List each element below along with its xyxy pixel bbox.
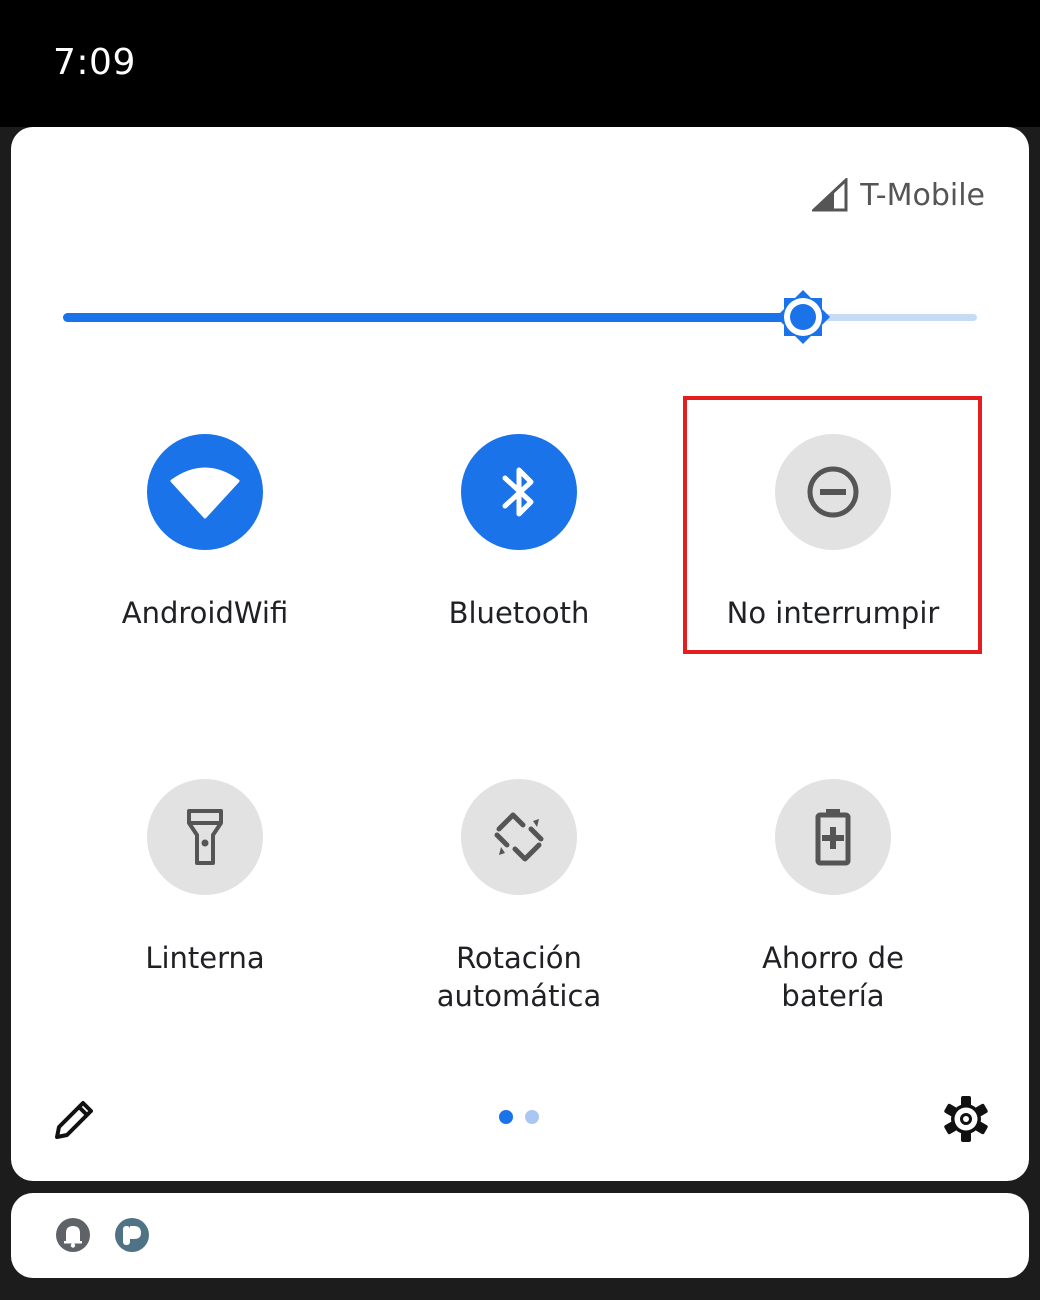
page-dot-2[interactable]: [525, 1110, 539, 1124]
tile-label: Bluetooth: [448, 596, 590, 630]
brightness-fill: [63, 313, 804, 322]
status-bar: 7:09: [0, 0, 1040, 127]
cell-signal-icon: [812, 178, 848, 212]
tile-wifi[interactable]: AndroidWifi: [80, 434, 330, 632]
tile-battery-saver[interactable]: Ahorro de batería: [708, 779, 958, 1015]
carrier-name: T-Mobile: [860, 177, 985, 213]
bluetooth-icon: [502, 467, 534, 517]
gear-icon[interactable]: [941, 1094, 991, 1144]
bluetooth-toggle[interactable]: [461, 434, 577, 550]
tile-bluetooth[interactable]: Bluetooth: [394, 434, 644, 632]
tile-label: Linterna: [145, 941, 265, 975]
auto-rotate-icon: [494, 812, 544, 862]
brightness-slider[interactable]: [63, 290, 977, 344]
tile-flashlight[interactable]: Linterna: [80, 779, 330, 977]
bell-icon[interactable]: [55, 1217, 91, 1253]
wifi-toggle[interactable]: [147, 434, 263, 550]
flashlight-icon: [187, 809, 223, 865]
notification-shelf[interactable]: [11, 1193, 1029, 1278]
battery-saver-toggle[interactable]: [775, 779, 891, 895]
carrier-info: T-Mobile: [812, 175, 985, 215]
flashlight-toggle[interactable]: [147, 779, 263, 895]
tile-label-line: Rotación: [456, 941, 582, 975]
page-dot-1[interactable]: [499, 1110, 513, 1124]
tile-auto-rotate[interactable]: Rotación automática: [394, 779, 644, 1015]
wifi-icon: [170, 467, 240, 519]
tile-label: Rotación automática: [394, 939, 644, 1015]
highlight-box: [683, 396, 982, 654]
battery-saver-icon: [815, 809, 851, 866]
tile-label: Ahorro de batería: [762, 941, 904, 1013]
tile-label: AndroidWifi: [121, 596, 289, 630]
quick-settings-panel: T-Mobile AndroidWifi Bluetooth No interr…: [11, 127, 1029, 1181]
app-notification-icon[interactable]: [114, 1217, 150, 1253]
auto-rotate-toggle[interactable]: [461, 779, 577, 895]
brightness-icon[interactable]: [774, 288, 832, 346]
pencil-icon[interactable]: [51, 1097, 97, 1143]
page-indicator: [499, 1110, 539, 1124]
tile-label-line: automática: [436, 979, 602, 1013]
clock: 7:09: [53, 42, 136, 83]
